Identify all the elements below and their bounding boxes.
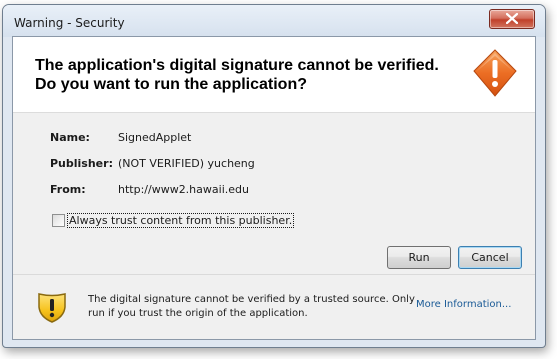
dialog-body: The application's digital signature cann… [12, 36, 536, 340]
header-area: The application's digital signature cann… [13, 37, 535, 113]
headline-line-1: The application's digital signature cann… [35, 57, 439, 74]
name-value: SignedApplet [118, 131, 192, 144]
run-button[interactable]: Run [387, 246, 451, 269]
warning-shield-icon [472, 48, 518, 102]
cancel-button[interactable]: Cancel [458, 246, 522, 269]
more-information-link[interactable]: More Information... [416, 299, 511, 310]
trust-checkbox[interactable] [52, 214, 65, 227]
publisher-label: Publisher: [50, 157, 113, 170]
publisher-value: (NOT VERIFIED) yucheng [118, 157, 255, 170]
yellow-warning-shield-icon [35, 290, 69, 328]
from-label: From: [50, 183, 86, 196]
window-title: Warning - Security [14, 16, 125, 30]
details-area: Name: SignedApplet Publisher: (NOT VERIF… [13, 113, 535, 273]
close-icon [506, 13, 518, 24]
name-label: Name: [50, 131, 90, 144]
trust-checkbox-label[interactable]: Always trust content from this publisher… [67, 213, 295, 228]
close-button[interactable] [489, 9, 535, 29]
footer-message: The digital signature cannot be verified… [88, 293, 415, 321]
headline-line-2: Do you want to run the application? [35, 76, 307, 93]
footer-area: The digital signature cannot be verified… [13, 275, 535, 339]
footer-message-line-1: The digital signature cannot be verified… [88, 294, 415, 305]
from-value: http://www2.hawaii.edu [118, 183, 249, 196]
security-warning-dialog: Warning - Security The application's dig… [2, 4, 546, 348]
headline: The application's digital signature cann… [35, 56, 455, 94]
footer-message-line-2: run if you trust the origin of the appli… [88, 308, 308, 319]
title-bar[interactable]: Warning - Security [3, 5, 545, 37]
